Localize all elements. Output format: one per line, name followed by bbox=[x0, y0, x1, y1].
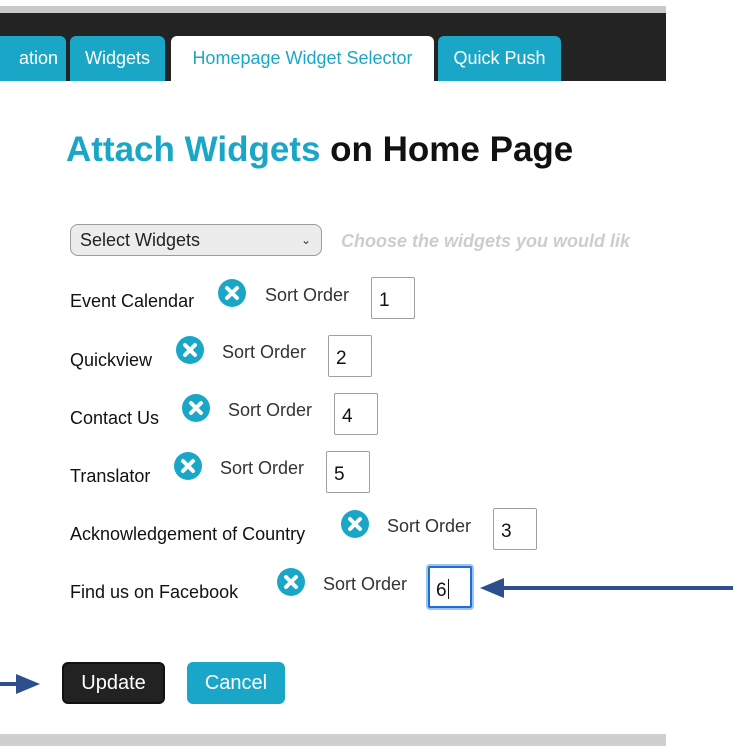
sort-order-label: Sort Order bbox=[265, 285, 350, 305]
sort-order-label: Sort Order bbox=[220, 458, 305, 478]
widget-select-value: Select Widgets bbox=[80, 230, 201, 250]
sort-order-input[interactable]: 2 bbox=[328, 335, 372, 377]
sort-order-input[interactable]: 1 bbox=[371, 277, 415, 319]
chevron-down-icon: ⌄ bbox=[300, 233, 311, 247]
tab-ation[interactable]: ation bbox=[0, 36, 66, 81]
widget-select[interactable]: Select Widgets ⌄ bbox=[70, 224, 322, 256]
sort-order-label: Sort Order bbox=[228, 400, 313, 420]
widget-label: Contact Us bbox=[70, 408, 160, 428]
remove-x-circle-icon[interactable] bbox=[173, 451, 203, 481]
remove-x-circle-icon[interactable] bbox=[217, 278, 247, 308]
tab-homepage-widget-selector[interactable]: Homepage Widget Selector bbox=[171, 36, 434, 81]
sort-order-input[interactable]: 4 bbox=[334, 393, 378, 435]
remove-x-circle-icon[interactable] bbox=[340, 509, 370, 539]
app-frame: ation Widgets Homepage Widget Selector Q… bbox=[0, 0, 666, 746]
tab-quick-push[interactable]: Quick Push bbox=[438, 36, 561, 81]
page-title-accent: Attach Widgets bbox=[66, 130, 321, 169]
page-title-rest: on Home Page bbox=[320, 130, 574, 169]
window-top-edge bbox=[0, 6, 666, 13]
remove-x-circle-icon[interactable] bbox=[276, 567, 306, 597]
sort-order-input[interactable]: 3 bbox=[493, 508, 537, 550]
text-caret bbox=[447, 579, 449, 599]
cancel-button[interactable]: Cancel bbox=[187, 662, 285, 704]
remove-x-circle-icon[interactable] bbox=[175, 335, 205, 365]
sort-order-input-focused[interactable]: 6 bbox=[428, 566, 472, 608]
tab-widgets[interactable]: Widgets bbox=[70, 36, 165, 81]
sort-order-label: Sort Order bbox=[222, 342, 307, 362]
remove-x-circle-icon[interactable] bbox=[181, 393, 211, 423]
sort-order-value: 6 bbox=[436, 580, 447, 601]
sort-order-input[interactable]: 5 bbox=[326, 451, 370, 493]
widget-label: Acknowledgement of Country bbox=[70, 524, 306, 544]
widget-label: Translator bbox=[70, 466, 151, 486]
sort-order-label: Sort Order bbox=[387, 516, 472, 536]
widget-select-hint: Choose the widgets you would lik bbox=[341, 231, 631, 251]
update-button[interactable]: Update bbox=[62, 662, 165, 704]
window-bottom-edge bbox=[0, 734, 666, 746]
sort-order-label: Sort Order bbox=[323, 574, 408, 594]
page-title: Attach Widgets on Home Page bbox=[66, 130, 573, 170]
widget-label: Quickview bbox=[70, 350, 153, 370]
widget-label: Find us on Facebook bbox=[70, 582, 239, 602]
widget-label: Event Calendar bbox=[70, 291, 195, 311]
